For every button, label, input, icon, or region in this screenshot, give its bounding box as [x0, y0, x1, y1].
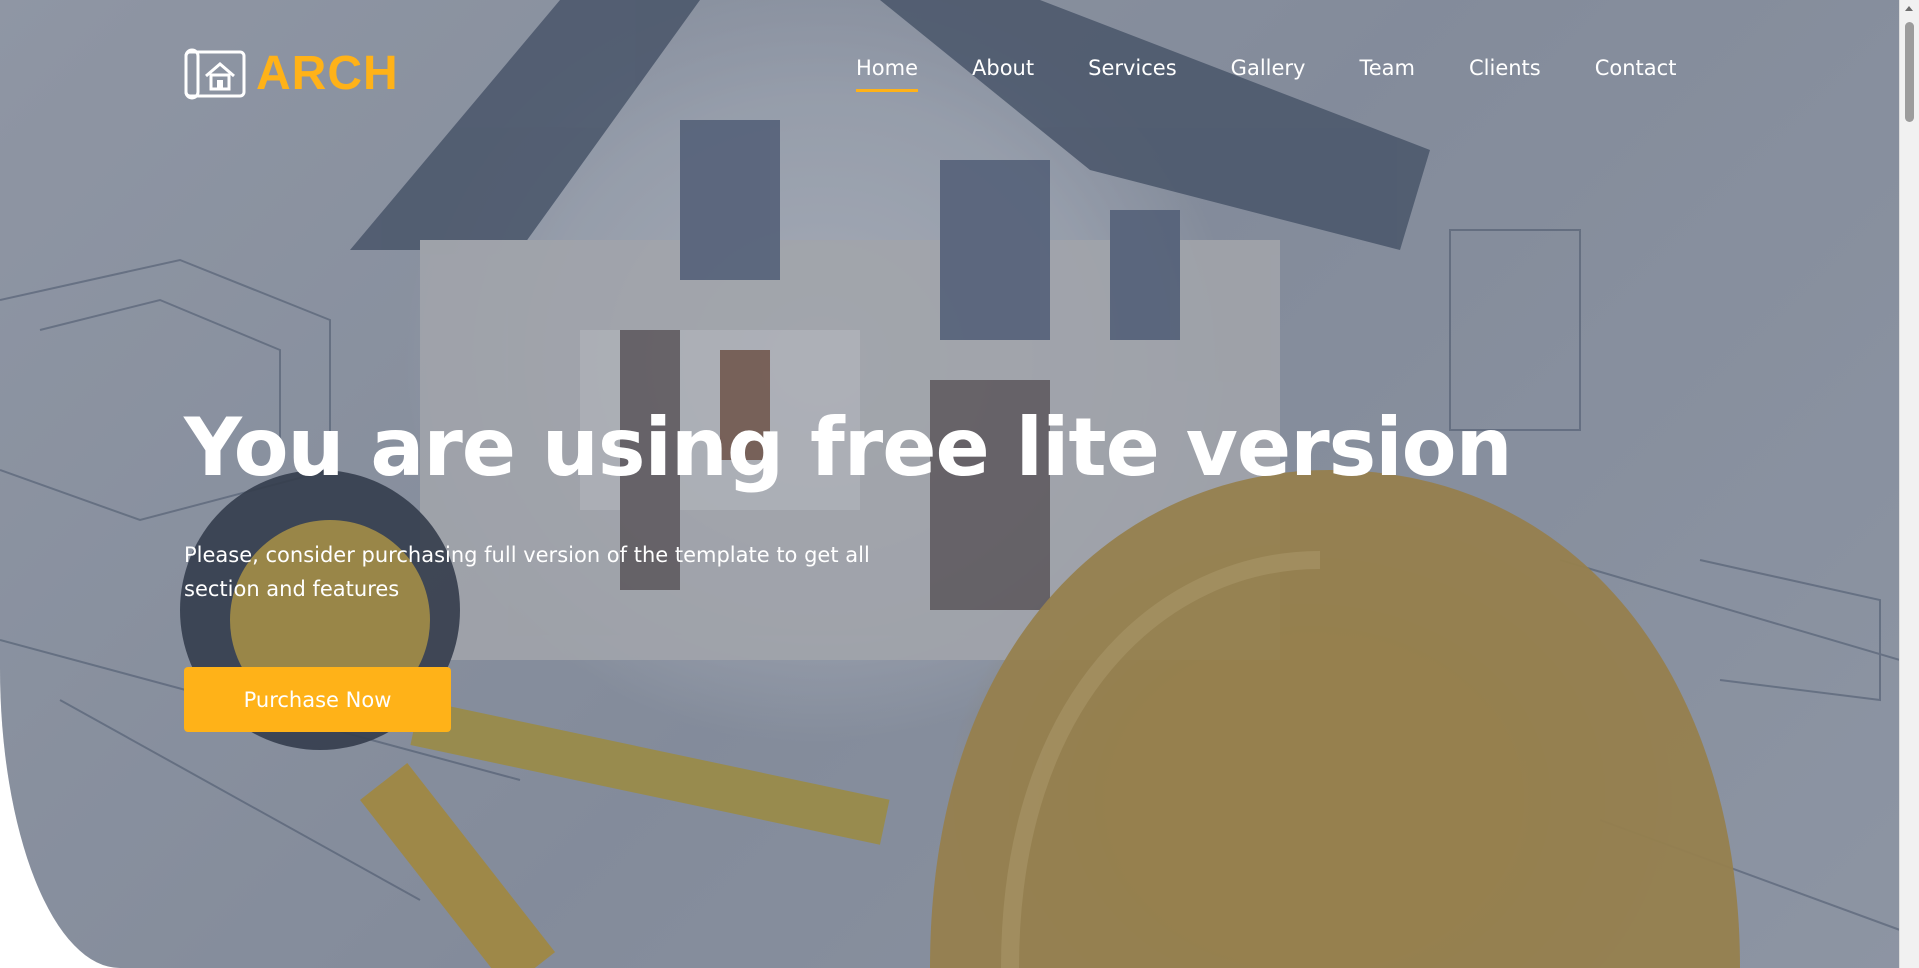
- scrollbar[interactable]: [1899, 0, 1919, 968]
- logo-link[interactable]: ARCH: [184, 46, 399, 101]
- nav-item-home[interactable]: Home: [856, 56, 919, 92]
- scrollbar-thumb[interactable]: [1905, 22, 1914, 122]
- scroll-up-arrow-icon[interactable]: [1905, 6, 1913, 11]
- nav-item-team[interactable]: Team: [1359, 56, 1415, 92]
- page: ARCH Home About Services Gallery Team Cl…: [0, 0, 1919, 968]
- nav-item-clients[interactable]: Clients: [1469, 56, 1541, 92]
- brand-name: ARCH: [256, 47, 399, 100]
- blueprint-house-icon: [184, 48, 246, 99]
- nav-item-about[interactable]: About: [972, 56, 1034, 92]
- nav-item-gallery[interactable]: Gallery: [1231, 56, 1306, 92]
- hero-subtitle: Please, consider purchasing full version…: [184, 543, 870, 601]
- nav-item-services[interactable]: Services: [1088, 56, 1177, 92]
- main-nav: Home About Services Gallery Team Clients…: [856, 56, 1676, 92]
- purchase-now-button[interactable]: Purchase Now: [184, 667, 451, 732]
- hero-title: You are using free lite version: [184, 401, 1513, 494]
- nav-item-contact[interactable]: Contact: [1595, 56, 1677, 92]
